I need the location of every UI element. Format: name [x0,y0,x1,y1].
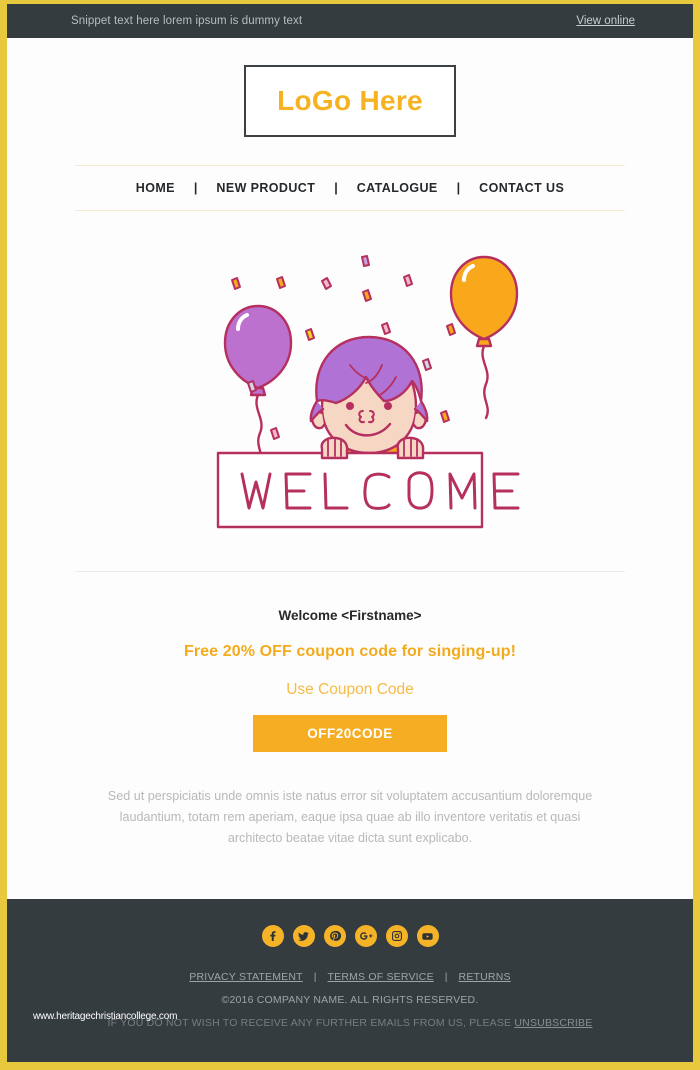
body-paragraph: Sed ut perspiciatis unde omnis iste natu… [107,789,593,845]
email-template: Snippet text here lorem ipsum is dummy t… [0,0,700,1070]
unsubscribe-link[interactable]: UNSUBSCRIBE [514,1017,592,1029]
welcome-illustration [170,225,530,555]
preheader-bar: Snippet text here lorem ipsum is dummy t… [7,4,693,38]
nav-separator: | [193,181,198,195]
main-navigation: HOME | NEW PRODUCT | CATALOGUE | CONTACT… [75,165,625,211]
logo-placeholder[interactable]: LoGo Here [244,65,456,137]
instagram-icon[interactable] [385,925,408,947]
child-eye-right [384,402,392,410]
logo-text: LoGo Here [277,85,423,116]
twitter-icon[interactable] [292,925,315,947]
child-eye-left [346,402,354,410]
nav-item-new-product[interactable]: NEW PRODUCT [216,181,315,195]
footer-link-separator: | [313,971,317,983]
unsubscribe-line: IF YOU DO NOT WISH TO RECEIVE ANY FURTHE… [108,1017,593,1029]
nav-item-catalogue[interactable]: CATALOGUE [357,181,438,195]
footer-links: PRIVACY STATEMENT | TERMS OF SERVICE | R… [189,971,510,983]
social-links [261,925,439,947]
nav-separator: | [456,181,461,195]
content-section: Welcome <Firstname> Free 20% OFF coupon … [70,572,630,849]
offer-heading: Free 20% OFF coupon code for singing-up! [183,643,516,660]
google-plus-icon[interactable] [354,925,377,947]
returns-link[interactable]: RETURNS [459,971,511,983]
email-body: LoGo Here HOME | NEW PRODUCT | CATALOGUE… [7,38,693,899]
footer: PRIVACY STATEMENT | TERMS OF SERVICE | R… [7,899,693,1062]
watermark: www.heritagechristiancollege.com [33,1011,178,1022]
copyright-text: ©2016 COMPANY NAME. ALL RIGHTS RESERVED. [221,994,479,1006]
view-online-link[interactable]: View online [576,15,635,27]
balloon-purple [223,304,293,390]
coupon-code-button[interactable]: OFF20CODE [253,715,447,752]
coupon-label: Use Coupon Code [286,681,414,698]
nav-separator: | [334,181,338,195]
welcome-heading: Welcome <Firstname> [278,608,422,623]
terms-of-service-link[interactable]: TERMS OF SERVICE [328,971,434,983]
youtube-icon[interactable] [416,925,439,947]
privacy-statement-link[interactable]: PRIVACY STATEMENT [189,971,302,983]
preheader-snippet: Snippet text here lorem ipsum is dummy t… [71,15,303,27]
footer-link-separator: | [444,971,448,983]
balloon-orange [449,255,519,341]
facebook-icon[interactable] [261,925,284,947]
welcome-illustration-svg [216,255,520,529]
pinterest-icon[interactable] [323,925,346,947]
nav-item-contact-us[interactable]: CONTACT US [479,181,564,195]
nav-item-home[interactable]: HOME [136,181,175,195]
